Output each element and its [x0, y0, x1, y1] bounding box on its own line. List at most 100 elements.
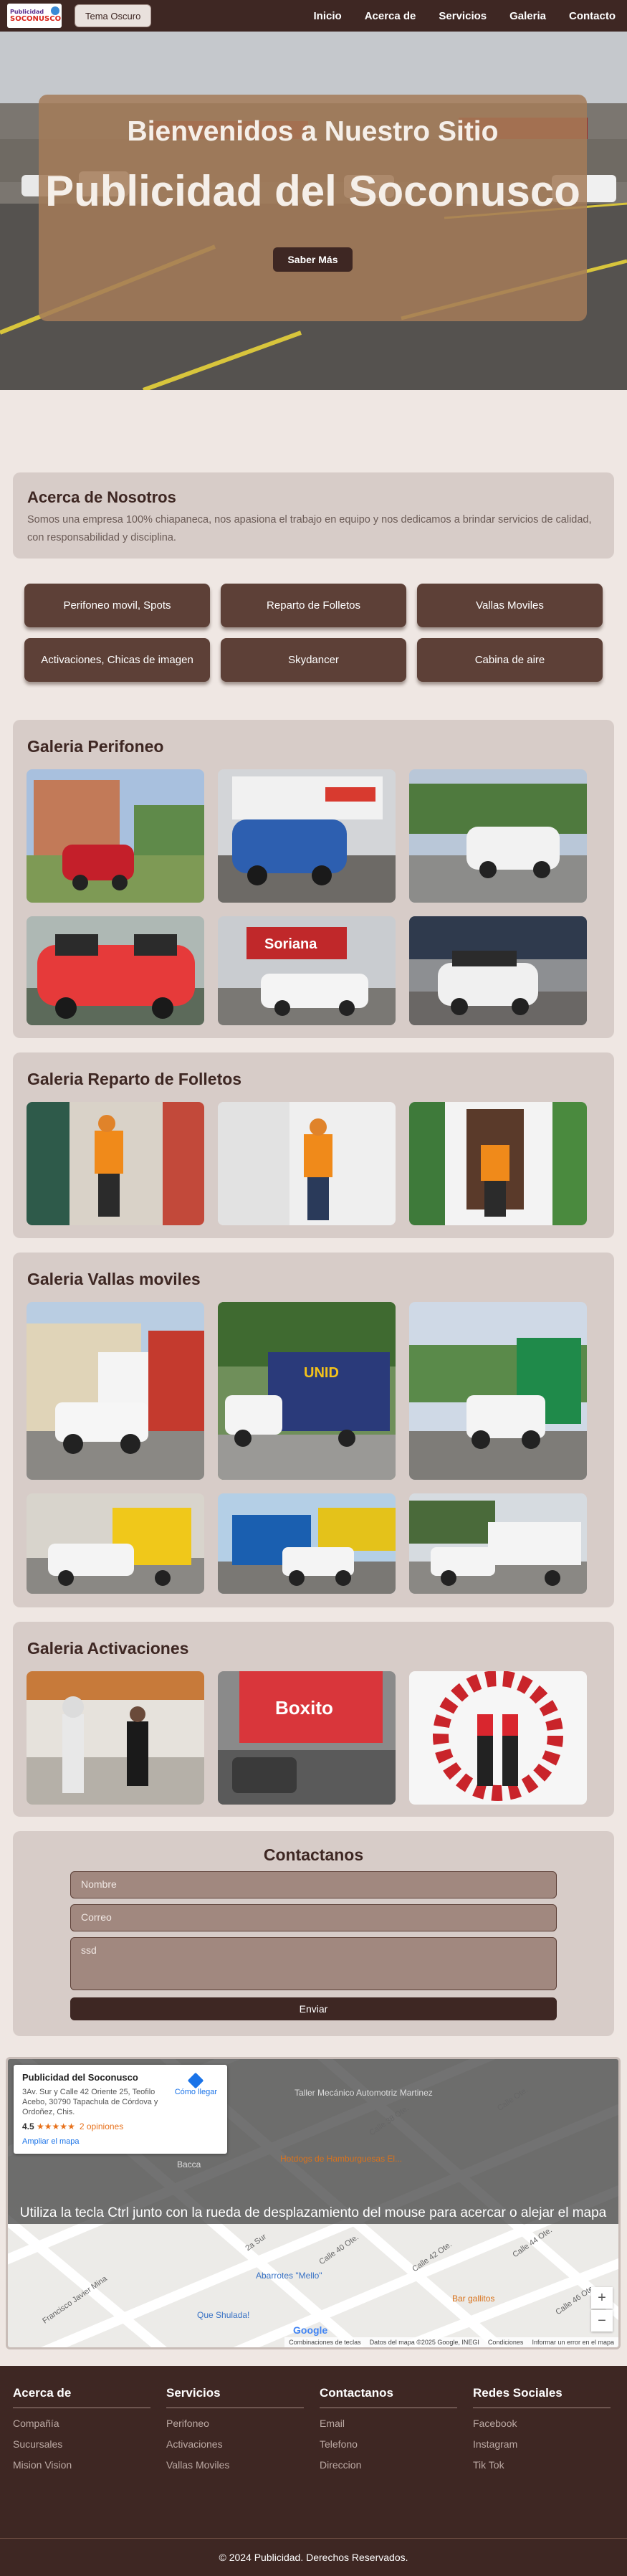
directions-label: Cómo llegar — [174, 2088, 217, 2096]
service-vallas-button[interactable]: Vallas Moviles — [417, 584, 603, 627]
map-zoom-out-button[interactable]: − — [591, 2310, 613, 2332]
footer-link[interactable]: Perifoneo — [166, 2418, 304, 2429]
unid-sign-text: UNID — [304, 1365, 339, 1381]
send-button[interactable]: Enviar — [70, 1997, 557, 2020]
gallery-photo[interactable] — [218, 1493, 396, 1594]
message-textarea[interactable]: ssd — [70, 1937, 557, 1990]
gallery-photo[interactable] — [218, 769, 396, 903]
gallery-photo[interactable]: Soriana — [218, 916, 396, 1025]
map-directions-button[interactable]: Cómo llegar — [174, 2072, 217, 2096]
gallery-photo[interactable]: UNID — [218, 1302, 396, 1480]
site-logo[interactable]: Publicidad SOCONUSCO — [7, 4, 62, 28]
footer-link[interactable]: Vallas Moviles — [166, 2459, 304, 2471]
poi-taller[interactable]: Taller Mecánico Automotriz Martinez — [295, 2088, 433, 2098]
star-rating-icon: ★★★★★ — [37, 2121, 75, 2131]
theme-toggle-button[interactable]: Tema Oscuro — [75, 4, 152, 27]
saber-mas-button[interactable]: Saber Más — [273, 247, 353, 272]
nav-link-inicio[interactable]: Inicio — [314, 10, 342, 22]
footer-link-facebook[interactable]: Facebook — [473, 2418, 611, 2429]
gallery-photo[interactable] — [409, 769, 587, 903]
footer-link[interactable]: Compañía — [13, 2418, 150, 2429]
footer-link-tiktok[interactable]: Tik Tok — [473, 2459, 611, 2471]
services-grid: Perifoneo movil, Spots Reparto de Follet… — [24, 584, 603, 682]
map-enlarge-link[interactable]: Ampliar el mapa — [22, 2137, 219, 2146]
gallery-photo[interactable]: Boxito — [218, 1671, 396, 1805]
footer-col-title: Servicios — [166, 2386, 304, 2408]
soriana-sign-text: Soriana — [264, 936, 317, 952]
service-activaciones-button[interactable]: Activaciones, Chicas de imagen — [24, 638, 210, 682]
nav-link-galeria[interactable]: Galeria — [509, 10, 546, 22]
gallery-folletos: Galeria Reparto de Folletos — [13, 1052, 614, 1238]
map-reviews-link[interactable]: 2 opiniones — [80, 2121, 123, 2131]
nav-link-acerca[interactable]: Acerca de — [365, 10, 416, 22]
gallery-photo[interactable] — [27, 1493, 204, 1594]
footer-col-title: Redes Sociales — [473, 2386, 611, 2408]
gallery-photo[interactable] — [27, 1671, 204, 1805]
gallery-photo[interactable] — [27, 1102, 204, 1225]
about-section: Acerca de Nosotros Somos una empresa 100… — [13, 472, 614, 559]
name-input[interactable]: Nombre — [70, 1871, 557, 1898]
footer-col-redes: Redes Sociales Facebook Instagram Tik To… — [473, 2386, 611, 2471]
nav-link-contacto[interactable]: Contacto — [569, 10, 616, 22]
about-text: Somos una empresa 100% chiapaneca, nos a… — [27, 514, 592, 543]
footer-link[interactable]: Activaciones — [166, 2438, 304, 2450]
directions-icon — [188, 2072, 204, 2089]
footer-link-instagram[interactable]: Instagram — [473, 2438, 611, 2450]
map-ctrl-scroll-hint: Utiliza la tecla Ctrl junto con la rueda… — [19, 2205, 607, 2220]
gallery-photo[interactable] — [27, 769, 204, 903]
gallery-perifoneo: Galeria Perifoneo Soriana — [13, 720, 614, 1038]
footer-col-acerca: Acerca de Compañía Sucursales Mision Vis… — [13, 2386, 150, 2471]
gallery-perifoneo-title: Galeria Perifoneo — [27, 737, 164, 756]
google-logo: Google — [293, 2324, 328, 2336]
email-input[interactable]: Correo — [70, 1904, 557, 1931]
gallery-photo[interactable] — [409, 1302, 587, 1480]
footer-link[interactable]: Direccion — [320, 2459, 457, 2471]
footer-link[interactable]: Telefono — [320, 2438, 457, 2450]
footer-col-servicios: Servicios Perifoneo Activaciones Vallas … — [166, 2386, 304, 2471]
gallery-activaciones-title: Galeria Activaciones — [27, 1639, 189, 1658]
footer-link[interactable]: Sucursales — [13, 2438, 150, 2450]
gallery-photo[interactable] — [27, 916, 204, 1025]
map-place-card: Publicidad del Soconusco 3Av. Sur y Call… — [14, 2065, 227, 2154]
poi-bar-gallitos[interactable]: Bar gallitos — [452, 2294, 494, 2304]
map-data-credit: Datos del mapa ©2025 Google, INEGI — [369, 2339, 479, 2346]
gallery-folletos-title: Galeria Reparto de Folletos — [27, 1070, 242, 1088]
google-map[interactable]: Taller Mecánico Automotriz Martinez Bacc… — [6, 2057, 621, 2349]
service-folletos-button[interactable]: Reparto de Folletos — [221, 584, 406, 627]
service-skydancer-button[interactable]: Skydancer — [221, 638, 406, 682]
poi-hotdogs[interactable]: Hotdogs de Hamburguesas El... — [280, 2154, 402, 2164]
map-keyboard-shortcuts-link[interactable]: Combinaciones de teclas — [289, 2339, 361, 2346]
footer-link[interactable]: Mision Vision — [13, 2459, 150, 2471]
hero-title: Publicidad del Soconusco — [45, 167, 580, 215]
about-heading: Acerca de Nosotros — [27, 488, 176, 506]
hero-overlay-card: Bienvenidos a Nuestro Sitio Publicidad d… — [39, 95, 587, 321]
gallery-vallas-title: Galeria Vallas moviles — [27, 1270, 201, 1288]
poi-que-shulada[interactable]: Que Shulada! — [197, 2310, 249, 2320]
map-terms-link[interactable]: Condiciones — [488, 2339, 524, 2346]
nav-link-servicios[interactable]: Servicios — [439, 10, 487, 22]
map-rating-value: 4.5 — [22, 2121, 34, 2131]
gallery-photo[interactable] — [218, 1102, 396, 1225]
nav-links: Inicio Acerca de Servicios Galeria Conta… — [314, 10, 616, 22]
footer-link[interactable]: Email — [320, 2418, 457, 2429]
poi-bacca[interactable]: Bacca — [177, 2159, 201, 2169]
map-rating: 4.5 ★★★★★ 2 opiniones — [22, 2121, 219, 2131]
service-cabina-button[interactable]: Cabina de aire — [417, 638, 603, 682]
gallery-photo[interactable] — [409, 1102, 587, 1225]
footer-col-title: Contactanos — [320, 2386, 457, 2408]
map-report-link[interactable]: Informar un error en el mapa — [532, 2339, 614, 2346]
hero-subtitle: Bienvenidos a Nuestro Sitio — [127, 116, 499, 147]
boxito-sign-text: Boxito — [275, 1697, 333, 1719]
copyright: © 2024 Publicidad. Derechos Reservados. — [0, 2538, 627, 2576]
gallery-photo[interactable] — [27, 1302, 204, 1480]
service-perifoneo-button[interactable]: Perifoneo movil, Spots — [24, 584, 210, 627]
navbar: Publicidad SOCONUSCO Tema Oscuro Inicio … — [0, 0, 627, 32]
gallery-photo[interactable] — [409, 916, 587, 1025]
map-zoom-in-button[interactable]: + — [591, 2287, 613, 2309]
gallery-photo[interactable] — [409, 1671, 587, 1805]
contact-section: Contactanos Nombre Correo ssd Enviar — [13, 1831, 614, 2036]
logo-text-bottom: SOCONUSCO — [10, 15, 62, 23]
gallery-photo[interactable] — [409, 1493, 587, 1594]
poi-abarrotes[interactable]: Abarrotes "Mello" — [256, 2271, 322, 2281]
contact-heading: Contactanos — [263, 1845, 364, 1864]
